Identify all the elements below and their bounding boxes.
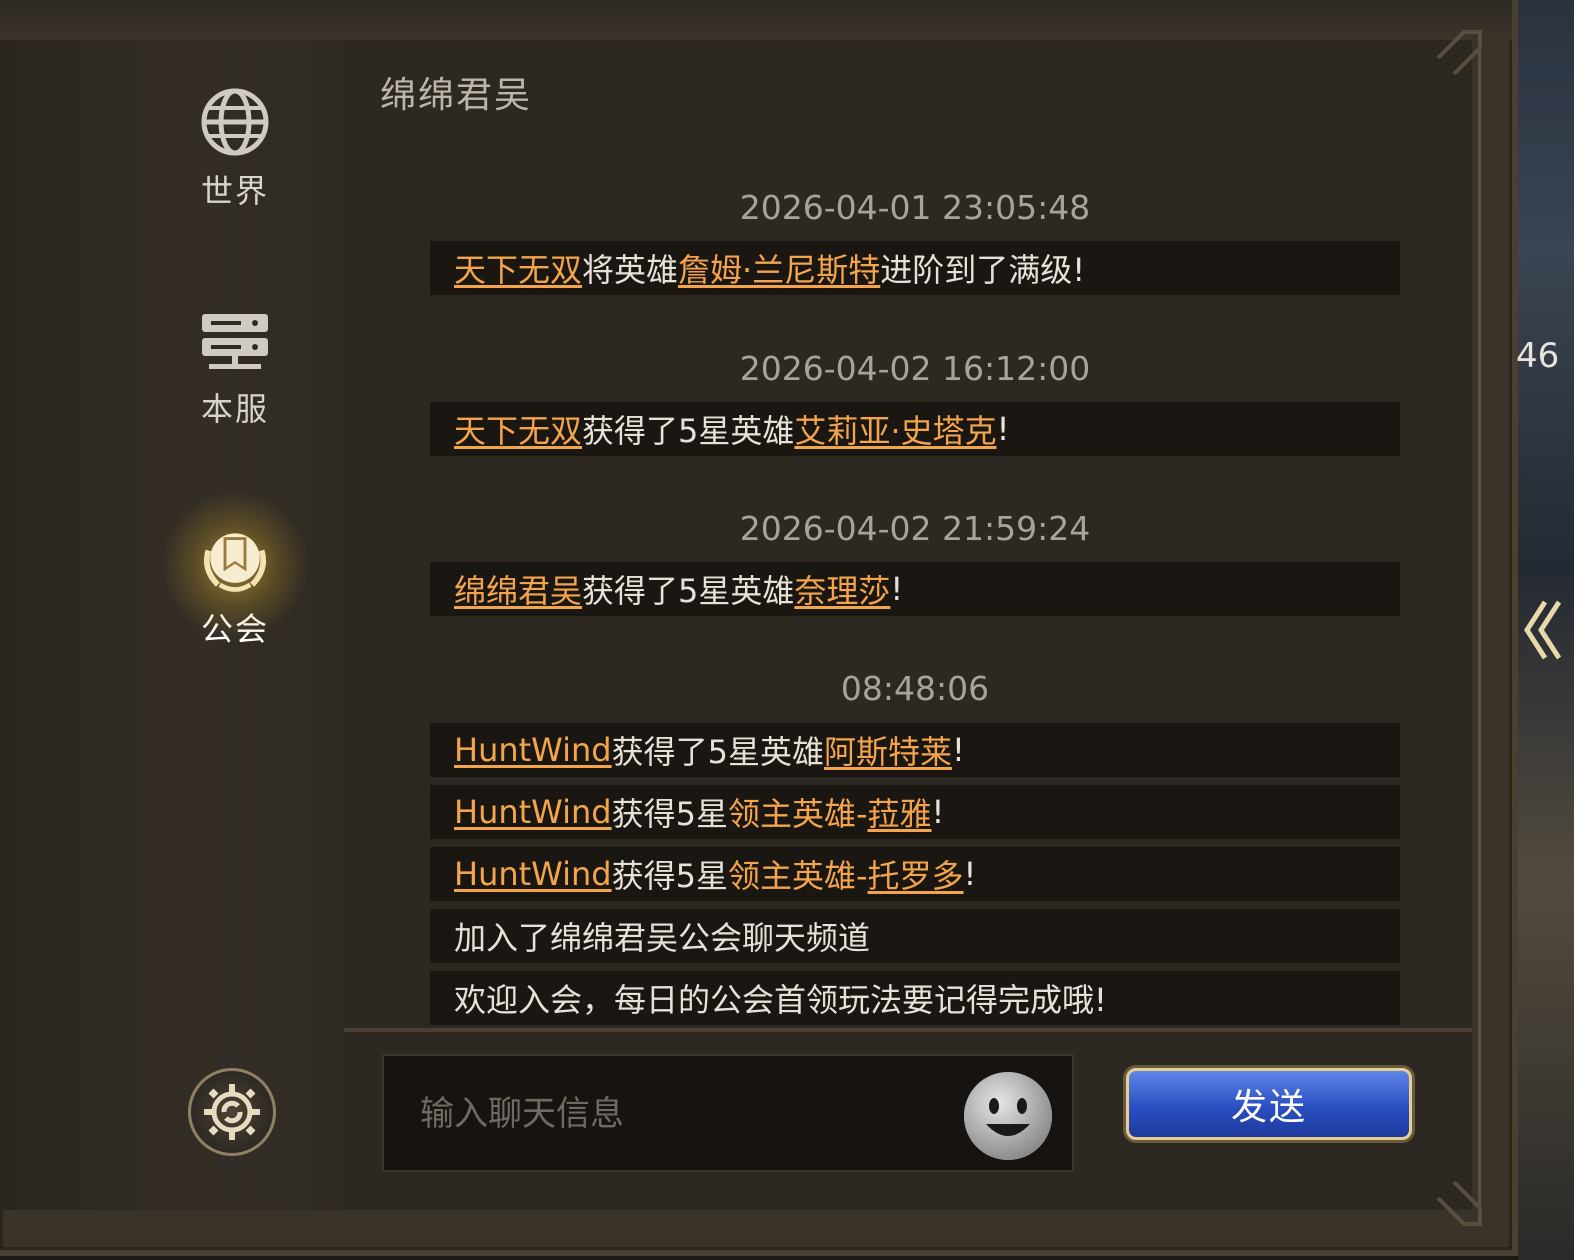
message-link[interactable]: 詹姆·兰尼斯特 <box>678 245 880 291</box>
message-text: 获得了5星英雄 <box>611 733 824 771</box>
send-button[interactable]: 发送 <box>1116 1062 1422 1146</box>
channel-title: 绵绵君吴 <box>380 75 533 116</box>
message-link[interactable]: 托罗多 <box>868 851 964 897</box>
double-chevron-left-icon[interactable] <box>1520 595 1566 665</box>
tab-world[interactable]: 世界 <box>150 82 320 222</box>
message-timestamp: 2026-04-02 21:59:24 <box>739 509 1091 548</box>
server-icon <box>195 300 275 380</box>
message-link[interactable]: 艾莉亚·史塔克 <box>794 406 996 452</box>
message-highlight-text: 领主英雄- <box>727 857 868 895</box>
chat-input-container <box>382 1054 1074 1172</box>
message-timestamp: 08:48:06 <box>840 669 990 708</box>
chat-message: HuntWind 获得5星 领主英雄- 菈雅! <box>430 785 1400 839</box>
chat-message: 天下无双 获得了5星英雄 艾莉亚·史塔克! <box>430 402 1400 456</box>
message-text: ! <box>951 731 965 769</box>
chat-message: 天下无双 将英雄 詹姆·兰尼斯特 进阶到了满级! <box>430 241 1400 295</box>
message-text: ! <box>931 793 945 831</box>
message-timestamp: 2026-04-01 23:05:48 <box>739 188 1091 227</box>
message-link[interactable]: 阿斯特莱 <box>824 727 952 773</box>
message-text: 获得5星 <box>611 795 728 833</box>
corner-ornament-icon <box>1436 30 1482 76</box>
message-text: ! <box>890 570 904 608</box>
chat-message: 欢迎入会，每日的公会首领玩法要记得完成哦! <box>430 971 1400 1025</box>
tab-server[interactable]: 本服 <box>150 300 320 440</box>
message-link[interactable]: 天下无双 <box>454 245 582 291</box>
message-link[interactable]: HuntWind <box>454 731 612 769</box>
message-text: 进阶到了满级! <box>880 251 1086 289</box>
chat-message: HuntWind 获得5星 领主英雄- 托罗多! <box>430 847 1400 901</box>
chat-input[interactable] <box>418 1056 962 1172</box>
message-highlight-text: 领主英雄- <box>727 795 868 833</box>
smiley-face-icon[interactable] <box>962 1070 1054 1162</box>
message-link[interactable]: HuntWind <box>454 855 612 893</box>
chat-message: 绵绵君吴 获得了5星英雄 奈理莎! <box>430 562 1400 616</box>
message-link[interactable]: 天下无双 <box>454 406 582 452</box>
tab-world-label: 世界 <box>200 172 269 210</box>
globe-icon <box>195 82 275 162</box>
message-timestamp: 2026-04-02 16:12:00 <box>739 349 1091 388</box>
message-link[interactable]: 菈雅 <box>868 789 932 835</box>
composer-divider <box>344 1028 1472 1032</box>
message-text: 加入了绵绵君吴公会聊天频道 <box>454 919 871 957</box>
resource-count: 46 <box>1516 336 1560 376</box>
chat-message: HuntWind 获得了5星英雄 阿斯特莱! <box>430 723 1400 777</box>
message-link[interactable]: HuntWind <box>454 793 612 831</box>
chat-panel-border <box>1430 30 1481 1220</box>
message-text: 欢迎入会，每日的公会首领玩法要记得完成哦! <box>454 981 1107 1019</box>
frame-top-bar <box>0 0 1512 40</box>
tab-server-label: 本服 <box>200 390 269 428</box>
chat-message: 加入了绵绵君吴公会聊天频道 <box>430 909 1400 963</box>
settings-gear-icon[interactable] <box>188 1068 276 1156</box>
corner-ornament-icon <box>1436 1180 1482 1226</box>
message-text: 获得了5星英雄 <box>582 412 795 450</box>
message-text: ! <box>996 410 1010 448</box>
tab-guild[interactable]: 公会 <box>150 490 320 660</box>
message-text: 将英雄 <box>582 251 679 289</box>
guild-emblem-icon <box>195 520 275 600</box>
message-link[interactable]: 绵绵君吴 <box>454 566 582 612</box>
message-text: 获得了5星英雄 <box>582 572 795 610</box>
message-link[interactable]: 奈理莎 <box>794 566 890 612</box>
message-text: ! <box>963 855 977 893</box>
message-text: 获得5星 <box>611 857 728 895</box>
send-button-label: 发送 <box>1126 1068 1412 1140</box>
